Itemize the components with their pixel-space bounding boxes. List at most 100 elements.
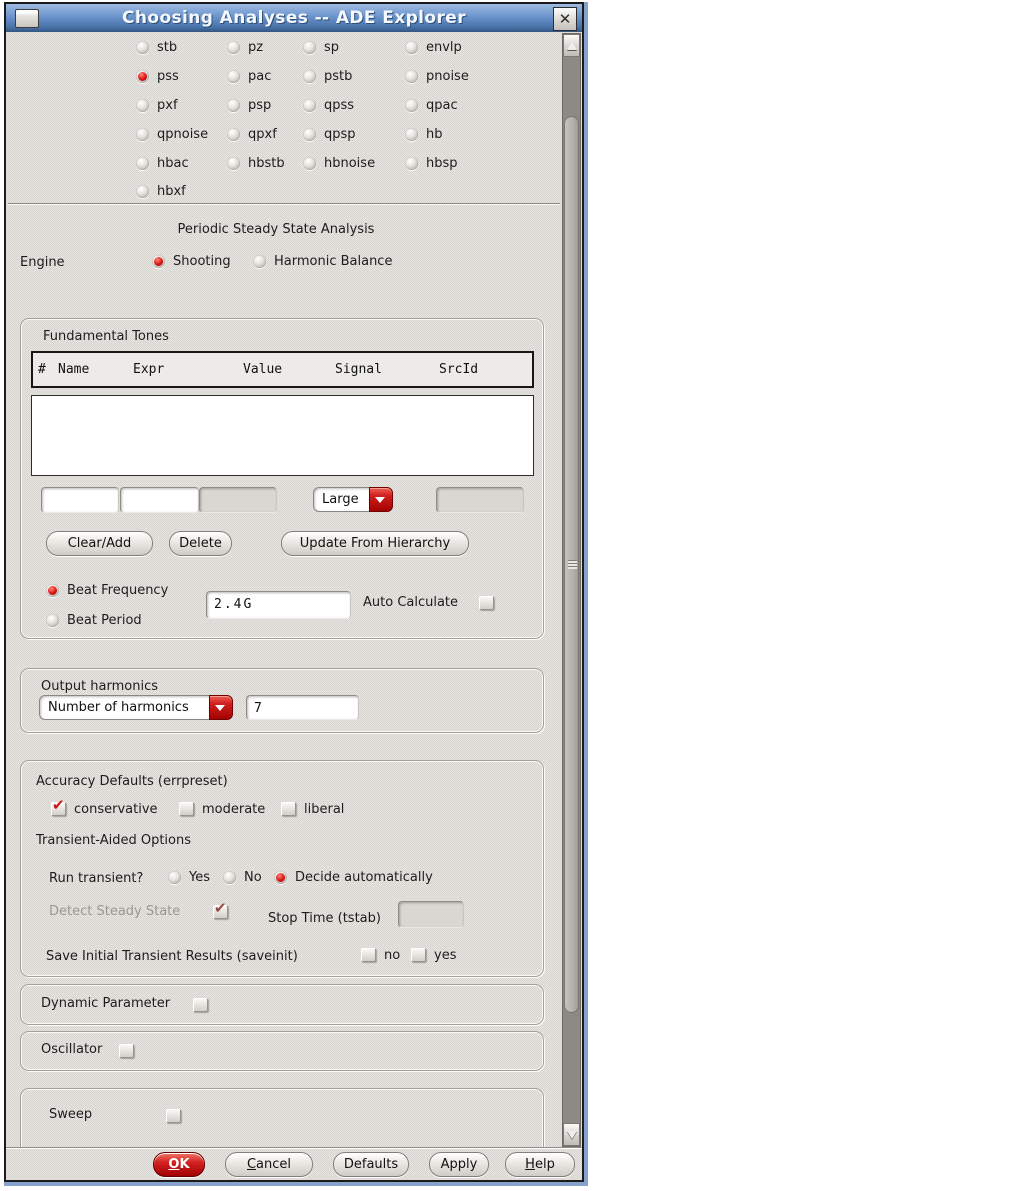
checkbox-icon (179, 802, 194, 816)
radio-icon (136, 184, 149, 198)
tone-expr-input[interactable] (120, 487, 199, 513)
auto-calculate-label: Auto Calculate (363, 595, 459, 610)
run-transient-auto-radio[interactable]: Decide automatically (274, 869, 433, 885)
errpreset-liberal-checkbox[interactable]: liberal (281, 801, 344, 817)
tone-name-input[interactable] (41, 487, 119, 513)
analysis-radio-pnoise[interactable]: pnoise (405, 68, 469, 84)
analysis-radio-psp[interactable]: psp (227, 97, 271, 113)
run-transient-yes-radio[interactable]: Yes (168, 869, 210, 885)
detect-steady-state-checkbox (213, 899, 228, 919)
radio-icon (405, 69, 418, 83)
output-harmonics-group: Output harmonics Number of harmonics 7 (20, 668, 544, 733)
scroll-down-button[interactable] (563, 1123, 580, 1146)
analysis-radio-pac[interactable]: pac (227, 68, 271, 84)
analysis-label: pac (248, 68, 272, 84)
analysis-radio-hbnoise[interactable]: hbnoise (303, 155, 375, 171)
analysis-label: pz (248, 39, 264, 55)
analysis-label: hb (426, 126, 443, 142)
errpreset-moderate-checkbox[interactable]: moderate (179, 801, 265, 817)
analysis-radio-hbac[interactable]: hbac (136, 155, 189, 171)
analysis-label: envlp (426, 39, 462, 55)
harmonics-mode-dropdown[interactable]: Number of harmonics (39, 695, 233, 720)
analysis-label: qpac (426, 97, 458, 113)
beat-frequency-input[interactable]: 2.4G (206, 591, 351, 619)
analysis-radio-hbxf[interactable]: hbxf (136, 183, 186, 199)
scrollbar-thumb[interactable] (564, 116, 579, 1013)
vertical-scrollbar[interactable] (562, 33, 581, 1147)
beat-period-radio[interactable]: Beat Period (46, 612, 142, 628)
engine-label: Engine (20, 255, 65, 270)
engine-radio-shooting[interactable]: Shooting (152, 253, 231, 269)
tone-size-dropdown[interactable]: Large (313, 487, 393, 512)
titlebar[interactable]: Choosing Analyses -- ADE Explorer ✕ (6, 4, 582, 32)
analysis-radio-pxf[interactable]: pxf (136, 97, 178, 113)
radio-icon (253, 254, 266, 268)
help-button[interactable]: Help (505, 1152, 575, 1177)
saveinit-yes-checkbox[interactable]: yes (411, 947, 456, 963)
analysis-radio-pss[interactable]: pss (136, 68, 179, 84)
scroll-up-button[interactable] (563, 34, 580, 57)
analysis-label: pstb (324, 68, 353, 84)
ok-button[interactable]: OK (153, 1152, 205, 1177)
window-menu-icon[interactable] (15, 9, 39, 28)
auto-calculate-checkbox[interactable] (479, 596, 494, 610)
dropdown-arrow-icon[interactable] (369, 487, 393, 512)
arrow-down-icon (566, 1130, 577, 1139)
radio-icon (223, 870, 236, 884)
screen: Choosing Analyses -- ADE Explorer ✕ stb … (0, 0, 1013, 1191)
delete-button[interactable]: Delete (169, 531, 232, 556)
analysis-radio-qpxf[interactable]: qpxf (227, 126, 277, 142)
analysis-radio-qpac[interactable]: qpac (405, 97, 458, 113)
analysis-radio-pz[interactable]: pz (227, 39, 263, 55)
checkbox-label: liberal (304, 801, 345, 817)
analysis-radio-hbstb[interactable]: hbstb (227, 155, 285, 171)
clear-add-button[interactable]: Clear/Add (46, 531, 153, 556)
column-header: # (38, 362, 46, 377)
analysis-radio-sp[interactable]: sp (303, 39, 339, 55)
analysis-radio-envlp[interactable]: envlp (405, 39, 462, 55)
sweep-checkbox[interactable] (166, 1109, 181, 1123)
analysis-radio-pstb[interactable]: pstb (303, 68, 352, 84)
radio-selected-icon (136, 69, 149, 83)
engine-radio-harmonic-balance[interactable]: Harmonic Balance (253, 253, 392, 269)
update-from-hierarchy-button[interactable]: Update From Hierarchy (281, 531, 469, 556)
analysis-label: pxf (157, 97, 178, 113)
radio-icon (136, 156, 149, 170)
radio-icon (168, 870, 181, 884)
errpreset-conservative-checkbox[interactable]: conservative (51, 796, 158, 817)
dropdown-arrow-icon[interactable] (209, 695, 233, 720)
analysis-label: hbstb (248, 155, 285, 171)
choosing-analyses-dialog: Choosing Analyses -- ADE Explorer ✕ stb … (4, 2, 584, 1182)
radio-icon (303, 127, 316, 141)
apply-button[interactable]: Apply (429, 1152, 489, 1177)
analysis-radio-qpss[interactable]: qpss (303, 97, 354, 113)
dynamic-parameter-checkbox[interactable] (193, 998, 208, 1012)
tone-srcid-input-disabled (436, 487, 524, 513)
stop-time-input (398, 901, 464, 928)
radio-icon (303, 98, 316, 112)
oscillator-checkbox[interactable] (119, 1044, 134, 1058)
analysis-radio-stb[interactable]: stb (136, 39, 177, 55)
defaults-button[interactable]: Defaults (333, 1152, 409, 1177)
saveinit-no-checkbox[interactable]: no (361, 947, 400, 963)
analysis-label: qpxf (248, 126, 277, 142)
analysis-radio-qpsp[interactable]: qpsp (303, 126, 356, 142)
dynamic-parameter-label: Dynamic Parameter (41, 996, 171, 1011)
cancel-button[interactable]: Cancel (225, 1152, 313, 1177)
column-header: Value (243, 362, 283, 377)
close-icon[interactable]: ✕ (553, 7, 577, 31)
checkbox-label: yes (434, 947, 457, 963)
dynamic-parameter-group: Dynamic Parameter (20, 984, 544, 1025)
beat-frequency-radio[interactable]: Beat Frequency (46, 582, 168, 598)
analysis-radio-qpnoise[interactable]: qpnoise (136, 126, 208, 142)
tones-table-body[interactable] (31, 395, 534, 476)
button-label: Defaults (343, 1157, 399, 1172)
radio-icon (303, 156, 316, 170)
radio-label: Decide automatically (295, 869, 433, 885)
column-header: Expr (133, 362, 165, 377)
harmonics-count-input[interactable]: 7 (246, 695, 359, 720)
run-transient-no-radio[interactable]: No (223, 869, 262, 885)
analysis-radio-hb[interactable]: hb (405, 126, 443, 142)
radio-label: No (244, 869, 262, 885)
analysis-radio-hbsp[interactable]: hbsp (405, 155, 458, 171)
